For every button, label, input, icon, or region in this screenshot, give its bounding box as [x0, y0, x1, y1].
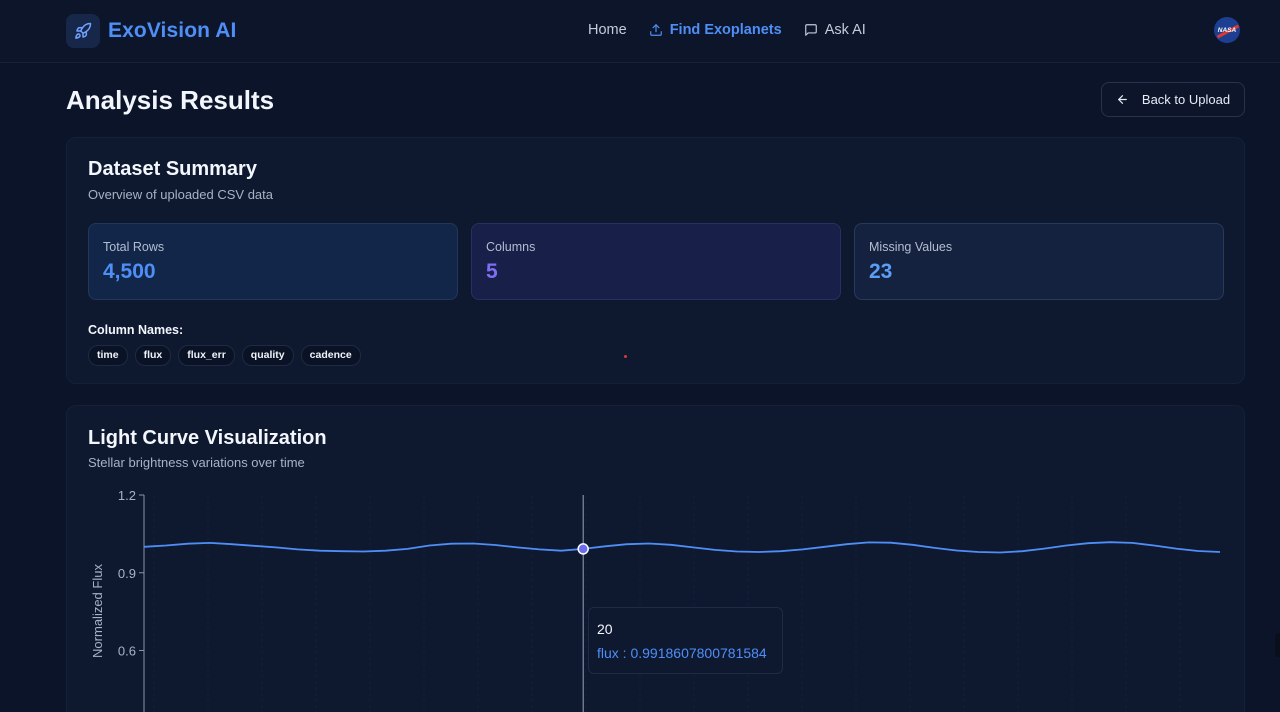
stat-label: Total Rows	[103, 240, 165, 254]
active-point	[577, 543, 589, 555]
y-axis-label: Normalized Flux	[90, 564, 105, 658]
stat-value: 5	[486, 260, 498, 283]
column-tag: flux	[134, 345, 172, 366]
nav-ask-ai-label: Ask AI	[824, 22, 866, 38]
column-tag: quality	[241, 345, 294, 366]
column-tag: cadence	[300, 345, 361, 366]
column-tag: time	[88, 345, 128, 366]
tooltip-value: flux : 0.9918607800781584	[597, 645, 767, 661]
tooltip-x: 20	[597, 621, 613, 637]
nasa-logo[interactable]: NASA	[1214, 17, 1240, 43]
stat-missing-values: Missing Values 23	[854, 223, 1224, 300]
column-tags: time flux flux_err quality cadence	[88, 345, 368, 366]
nav-home[interactable]: Home	[588, 22, 627, 38]
light-curve-card: Light Curve Visualization Stellar bright…	[66, 405, 1245, 712]
brand-name[interactable]: ExoVision AI	[108, 19, 236, 43]
scrollbar-handle[interactable]	[1275, 633, 1280, 657]
y-tick-label: 0.9	[118, 566, 136, 581]
nav-ask-ai[interactable]: Ask AI	[804, 22, 866, 38]
column-names-label: Column Names:	[88, 323, 184, 337]
page-title: Analysis Results	[66, 85, 275, 115]
chart-tooltip: 20 flux : 0.9918607800781584	[588, 607, 783, 674]
stat-label: Columns	[486, 240, 536, 254]
chat-icon	[804, 24, 817, 36]
top-navbar: ExoVision AI Home Find Exoplanets Ask AI…	[0, 0, 1280, 63]
stat-value: 4,500	[103, 260, 156, 283]
summary-title: Dataset Summary	[88, 158, 257, 180]
upload-icon	[649, 24, 662, 36]
main-nav: Home Find Exoplanets Ask AI	[588, 22, 888, 38]
nav-find-exoplanets[interactable]: Find Exoplanets	[649, 22, 782, 38]
rocket-icon[interactable]	[66, 14, 100, 48]
nav-home-label: Home	[588, 22, 627, 38]
stat-total-rows: Total Rows 4,500	[88, 223, 458, 300]
cursor-dot	[624, 355, 627, 358]
stat-columns: Columns 5	[471, 223, 841, 300]
arrow-left-icon	[1118, 95, 1127, 104]
column-tag: flux_err	[178, 345, 235, 366]
stat-label: Missing Values	[869, 240, 953, 254]
series-line-flux	[143, 541, 1221, 554]
y-tick-label: 0.6	[118, 644, 136, 659]
back-to-upload-button[interactable]: Back to Upload	[1101, 82, 1245, 117]
back-button-label: Back to Upload	[1141, 92, 1231, 107]
stat-value: 23	[869, 260, 893, 283]
nav-find-exoplanets-label: Find Exoplanets	[669, 22, 782, 38]
summary-subtitle: Overview of uploaded CSV data	[88, 187, 273, 202]
y-tick-label: 1.2	[118, 488, 136, 503]
dataset-summary-card: Dataset Summary Overview of uploaded CSV…	[66, 137, 1245, 384]
